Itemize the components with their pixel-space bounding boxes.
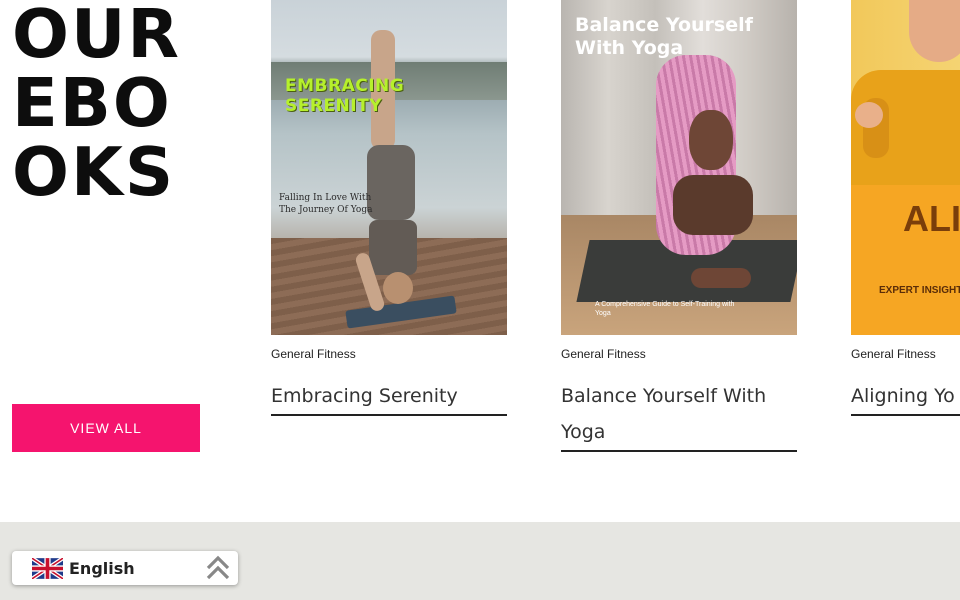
- cover-figure: [855, 102, 883, 128]
- book-category[interactable]: General Fitness: [561, 347, 646, 361]
- book-title-link[interactable]: Embracing Serenity: [271, 378, 507, 416]
- book-category[interactable]: General Fitness: [271, 347, 356, 361]
- book-category[interactable]: General Fitness: [851, 347, 936, 361]
- cover-title: ALIG YOUR: [903, 198, 960, 239]
- cover-subtitle: A Comprehensive Guide to Self-Training w…: [595, 301, 735, 317]
- cover-subtitle: Falling In Love With The Journey Of Yoga: [279, 193, 373, 215]
- ebooks-page: OUR EBO OKS VIEW ALL EMBRACING SERENITY …: [0, 0, 960, 600]
- cover-figure: [691, 268, 751, 288]
- language-switcher[interactable]: English: [12, 551, 238, 585]
- view-all-button[interactable]: VIEW ALL: [12, 404, 200, 452]
- heading-line: OUR: [12, 0, 181, 73]
- book-cover-image[interactable]: EMBRACING SERENITY Falling In Love With …: [271, 0, 507, 335]
- cover-figure: [383, 272, 413, 304]
- cover-figure: [689, 110, 733, 170]
- cover-title: EMBRACING SERENITY: [285, 76, 405, 116]
- book-cover-image[interactable]: ALIG YOUR EXPERT INSIGHTS: [851, 0, 960, 335]
- heading-line: OKS: [12, 133, 176, 211]
- heading-line: EBO: [12, 64, 172, 142]
- cover-figure: [909, 0, 960, 62]
- book-card[interactable]: ALIG YOUR EXPERT INSIGHTS General Fitnes…: [851, 0, 960, 420]
- double-chevron-up-icon[interactable]: [205, 555, 231, 581]
- cover-figure: [673, 175, 753, 235]
- book-cover-image[interactable]: Balance Yourself With Yoga A Comprehensi…: [561, 0, 797, 335]
- cover-figure: [369, 220, 417, 275]
- book-title-link[interactable]: Balance Yourself With Yoga: [561, 378, 797, 452]
- book-card[interactable]: EMBRACING SERENITY Falling In Love With …: [271, 0, 507, 416]
- section-heading: OUR EBO OKS: [12, 0, 212, 207]
- cover-title: Balance Yourself With Yoga: [575, 14, 753, 59]
- book-title-link[interactable]: Aligning Yo: [851, 378, 960, 416]
- language-label: English: [69, 558, 135, 578]
- uk-flag-icon: [32, 557, 63, 579]
- book-card[interactable]: Balance Yourself With Yoga A Comprehensi…: [561, 0, 797, 452]
- cover-subtitle: EXPERT INSIGHTS: [879, 285, 960, 296]
